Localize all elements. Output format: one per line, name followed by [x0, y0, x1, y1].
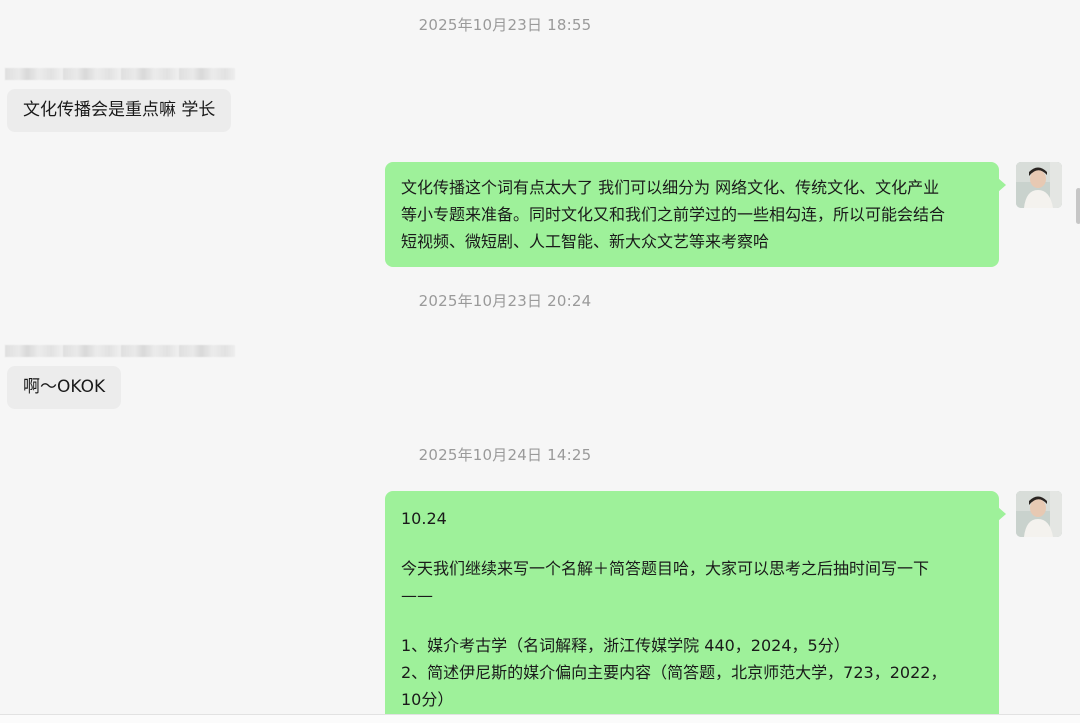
sender-name-blurred: [5, 345, 235, 357]
message-line: 等小专题来准备。同时文化又和我们之前学过的一些相勾连，所以可能会结合: [401, 205, 946, 224]
message-line: 今天我们继续来写一个名解＋简答题目哈，大家可以思考之后抽时间写一下: [401, 559, 930, 578]
message-line: 文化传播这个词有点太大了 我们可以细分为 网络文化、传统文化、文化产业: [401, 178, 940, 197]
message-line: 10.24: [401, 509, 447, 528]
scrollbar-thumb[interactable]: [1076, 188, 1080, 224]
message-line: [401, 609, 983, 632]
incoming-message-bubble[interactable]: 文化传播会是重点嘛 学长: [7, 89, 232, 132]
message-line: [401, 532, 983, 555]
outgoing-message-bubble[interactable]: 10.24 今天我们继续来写一个名解＋简答题目哈，大家可以思考之后抽时间写一下 …: [385, 491, 1006, 723]
message-line: 10分）: [401, 690, 454, 709]
message-line: 2、简述伊尼斯的媒介偏向主要内容（简答题，北京师范大学，723，2022，: [401, 663, 947, 682]
timestamp: 2025年10月24日 14:25: [418, 446, 592, 464]
outgoing-message-bubble[interactable]: 文化传播这个词有点太大了 我们可以细分为 网络文化、传统文化、文化产业 等小专题…: [385, 162, 1006, 267]
timestamp: 2025年10月23日 20:24: [418, 292, 592, 310]
chat-window: 2025年10月23日 18:55 文化传播会是重点嘛 学长 文化传播这个词有点…: [0, 0, 1080, 723]
user-avatar-icon[interactable]: [1016, 491, 1062, 537]
message-line: 1、媒介考古学（名词解释，浙江传媒学院 440，2024，5分）: [401, 636, 850, 655]
message-line: 短视频、微短剧、人工智能、新大众文艺等来考察哈: [401, 232, 770, 251]
message-line: ——: [401, 586, 433, 605]
incoming-message-bubble[interactable]: 啊～OKOK: [7, 366, 122, 409]
sender-name-blurred: [5, 68, 235, 80]
timestamp: 2025年10月23日 18:55: [418, 16, 592, 34]
user-avatar-icon[interactable]: [1016, 162, 1062, 208]
input-area-edge: [0, 714, 1080, 723]
